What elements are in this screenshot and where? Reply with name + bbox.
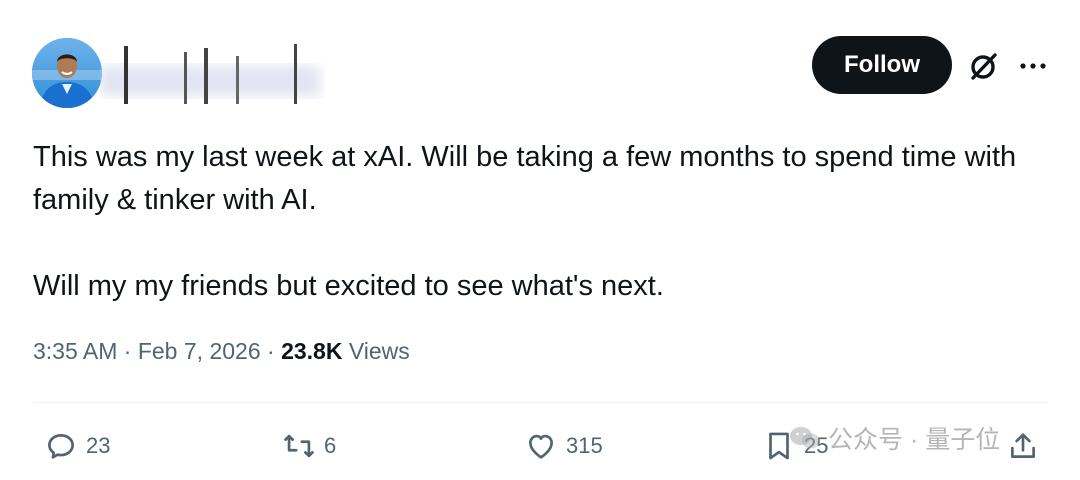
tweet-date[interactable]: Feb 7, 2026 <box>138 338 261 364</box>
tweet-time[interactable]: 3:35 AM <box>33 338 117 364</box>
watermark-text: 公众号 · 量子位 <box>828 426 1001 454</box>
tweet-meta: 3:35 AM · Feb 7, 2026 · 23.8K Views <box>33 338 410 365</box>
share-button[interactable] <box>1006 424 1040 468</box>
redacted-display-name[interactable] <box>100 44 325 106</box>
heart-icon <box>529 434 553 459</box>
avatar[interactable] <box>32 38 102 108</box>
repost-icon <box>284 434 314 458</box>
views-label: Views <box>348 338 410 364</box>
reply-icon <box>48 434 74 459</box>
like-button[interactable]: 315 <box>524 424 603 468</box>
follow-button[interactable]: Follow <box>812 36 952 94</box>
tweet-paragraph: This was my last week at xAI. Will be ta… <box>33 141 1017 216</box>
views-count[interactable]: 23.8K <box>281 338 342 364</box>
like-count: 315 <box>566 433 603 458</box>
meta-separator: · <box>123 338 132 364</box>
tweet-body: This was my last week at xAI. Will be ta… <box>33 136 1043 308</box>
grok-icon[interactable] <box>966 50 1000 84</box>
watermark: 公众号 · 量子位 <box>788 420 1000 456</box>
meta-separator: · <box>267 338 275 364</box>
reply-count: 23 <box>86 433 111 458</box>
blur-mask-icon <box>100 44 320 104</box>
tweet-paragraph: Will my my friends but excited to see wh… <box>33 270 664 302</box>
tweet-card: Follow This was my last week at xAI. Wil… <box>0 0 1080 480</box>
repost-count: 6 <box>324 433 337 458</box>
more-icon[interactable] <box>1018 56 1048 76</box>
reply-button[interactable]: 23 <box>44 424 110 468</box>
divider <box>33 402 1048 403</box>
share-upload-icon <box>1011 433 1035 458</box>
wechat-logo-icon <box>790 427 820 449</box>
profile-photo-icon <box>32 38 102 108</box>
repost-button[interactable]: 6 <box>282 424 336 468</box>
